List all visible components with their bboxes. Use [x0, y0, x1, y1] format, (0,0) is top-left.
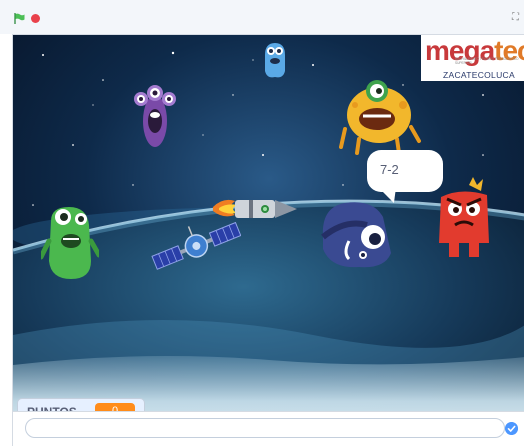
game-stage[interactable]: megatec Bachillerato Técnico Tecnológico…	[12, 34, 524, 446]
red-monster-sprite[interactable]	[433, 177, 495, 259]
answer-prompt	[13, 411, 524, 446]
math-question-text: 7-2	[380, 162, 399, 177]
logo-tagline: Bachillerato Técnico Tecnológico Superio…	[455, 57, 519, 65]
stop-icon[interactable]	[31, 14, 40, 23]
logo-city: ZACATECOLUCA	[443, 70, 515, 80]
yellow-monster-sprite[interactable]	[339, 79, 423, 155]
blue-monster-sprite[interactable]	[261, 41, 289, 81]
answer-input[interactable]	[25, 418, 505, 438]
dark-blue-monster-sprite[interactable]	[315, 197, 393, 271]
purple-monster-sprite[interactable]	[133, 83, 177, 149]
fullscreen-icon[interactable]: ⛶	[512, 13, 522, 23]
megatec-logo: megatec Bachillerato Técnico Tecnológico…	[421, 35, 524, 81]
speech-bubble: 7-2	[367, 150, 443, 192]
rocket-sprite[interactable]	[213, 191, 297, 227]
green-flag-icon[interactable]	[14, 13, 25, 24]
checkmark-submit-icon[interactable]	[505, 422, 518, 435]
stage-controls-bar: ⛶	[0, 0, 524, 34]
green-monster-sprite[interactable]	[41, 201, 99, 283]
